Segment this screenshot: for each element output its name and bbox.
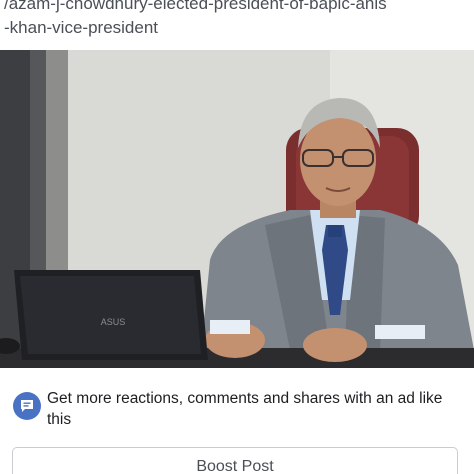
ad-suggestion[interactable]: Get more reactions, comments and shares … (0, 376, 474, 436)
ad-speech-bubble-icon (13, 392, 41, 420)
link-url-line-2[interactable]: -khan-vice-president (4, 16, 474, 40)
office-photo-illustration: ASUS (0, 50, 474, 368)
laptop-brand-logo: ASUS (101, 317, 126, 327)
link-url[interactable]: /azam-j-chowdhury-elected-president-of-b… (4, 0, 474, 40)
post-photo[interactable]: ASUS (0, 50, 474, 368)
ad-suggestion-text: Get more reactions, comments and shares … (47, 390, 443, 428)
link-url-line-1[interactable]: /azam-j-chowdhury-elected-president-of-b… (4, 0, 474, 16)
boost-post-button[interactable]: Boost Post (12, 447, 458, 474)
post-screen: /azam-j-chowdhury-elected-president-of-b… (0, 0, 474, 474)
